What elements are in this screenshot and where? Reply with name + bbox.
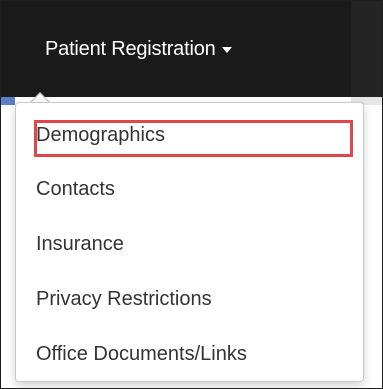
menu-item-contacts[interactable]: Contacts [36,171,115,207]
navbar-edge [351,1,382,97]
dropdown-toggle-label: Patient Registration [45,37,216,60]
menu-item-privacy-restrictions[interactable]: Privacy Restrictions [36,281,212,317]
content-accent-strip [1,97,15,105]
menu-item-demographics[interactable]: Demographics [36,117,165,153]
caret-down-icon [221,47,232,53]
patient-registration-dropdown-menu: Demographics Contacts Insurance Privacy … [15,102,364,382]
menu-item-insurance[interactable]: Insurance [36,226,124,262]
screenshot-frame: Patient Registration Demographics Contac… [0,0,383,389]
patient-registration-dropdown-toggle[interactable]: Patient Registration [25,1,252,97]
menu-item-office-documents-links[interactable]: Office Documents/Links [36,336,247,372]
top-navbar: Patient Registration [1,1,382,97]
